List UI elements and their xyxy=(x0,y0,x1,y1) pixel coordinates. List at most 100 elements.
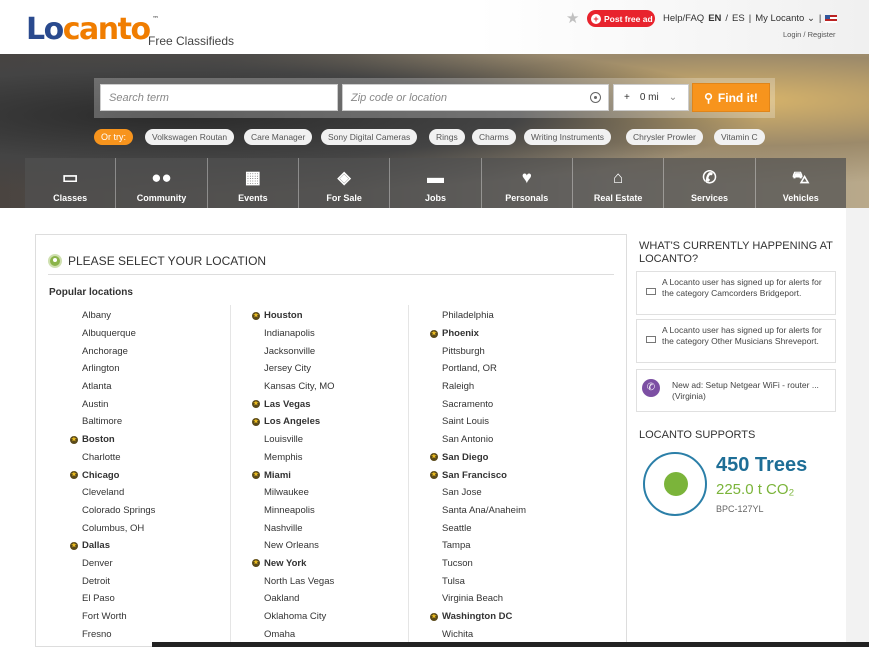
city-link[interactable]: Pittsburgh xyxy=(442,342,526,360)
city-link[interactable]: Denver xyxy=(82,555,155,573)
city-link[interactable]: ★ San Francisco xyxy=(430,466,526,484)
city-link[interactable]: Kansas City, MO xyxy=(264,378,335,396)
star-icon: ★ xyxy=(70,541,78,550)
location-panel: PLEASE SELECT YOUR LOCATION Popular loca… xyxy=(35,234,627,647)
city-link[interactable]: Columbus, OH xyxy=(82,519,155,537)
category-community[interactable]: ●● Community xyxy=(116,158,208,208)
location-header: PLEASE SELECT YOUR LOCATION xyxy=(48,247,614,275)
category-events[interactable]: ▦ Events xyxy=(207,158,299,208)
suggestion-chip[interactable]: Sony Digital Cameras xyxy=(321,129,418,145)
city-link[interactable]: Oakland xyxy=(264,590,335,608)
category-vehicles[interactable]: ⛍ Vehicles xyxy=(755,158,846,208)
city-link[interactable]: ★ New York xyxy=(252,555,335,573)
city-link[interactable]: Albany xyxy=(82,307,155,325)
my-locanto-menu[interactable]: My Locanto ⌄ xyxy=(755,13,815,24)
city-link[interactable]: Seattle xyxy=(442,519,526,537)
category-classes[interactable]: ▭ Classes xyxy=(25,158,117,208)
suggestion-chip[interactable]: Care Manager xyxy=(244,129,313,145)
city-link[interactable]: Anchorage xyxy=(82,342,155,360)
city-link[interactable]: ★ Dallas xyxy=(70,537,155,555)
country-flag-icon[interactable] xyxy=(825,14,838,23)
city-link[interactable]: Cleveland xyxy=(82,484,155,502)
help-link[interactable]: Help/FAQ xyxy=(663,13,704,24)
city-link[interactable]: Santa Ana/Anaheim xyxy=(442,502,526,520)
city-link[interactable]: Jacksonville xyxy=(264,342,335,360)
category-services[interactable]: ✆ Services xyxy=(664,158,756,208)
city-link[interactable]: Atlanta xyxy=(82,378,155,396)
city-link[interactable]: Sacramento xyxy=(442,395,526,413)
city-link[interactable]: ★ Boston xyxy=(70,431,155,449)
locanto-logo[interactable]: Locanto ™ xyxy=(26,12,159,47)
city-link[interactable]: Detroit xyxy=(82,572,155,590)
city-link[interactable]: Austin xyxy=(82,395,155,413)
locate-icon[interactable] xyxy=(590,92,601,103)
city-link[interactable]: Virginia Beach xyxy=(442,590,526,608)
category-jobs[interactable]: ▬ Jobs xyxy=(390,158,482,208)
login-register-link[interactable]: Login / Register xyxy=(783,30,836,39)
city-link[interactable]: ★ Chicago xyxy=(70,466,155,484)
suggestion-chip[interactable]: Vitamin C xyxy=(714,129,765,145)
city-link[interactable]: Oklahoma City xyxy=(264,608,335,626)
city-link[interactable]: Saint Louis xyxy=(442,413,526,431)
location-input[interactable]: Zip code or location xyxy=(342,84,609,111)
radius-select[interactable]: +0 mi ⌄ xyxy=(613,84,689,111)
activity-item[interactable]: A Locanto user has signed up for alerts … xyxy=(636,271,836,315)
city-link[interactable]: Minneapolis xyxy=(264,502,335,520)
search-term-input[interactable]: Search term xyxy=(100,84,338,111)
suggestion-chip[interactable]: Charms xyxy=(472,129,516,145)
city-link[interactable]: ★ Miami xyxy=(252,466,335,484)
lang-en[interactable]: EN xyxy=(708,13,721,24)
post-free-ad-button[interactable]: + Post free ad xyxy=(587,10,655,27)
city-link[interactable]: Baltimore xyxy=(82,413,155,431)
city-link[interactable]: Wichita xyxy=(442,625,526,643)
city-link[interactable]: El Paso xyxy=(82,590,155,608)
city-column-2: ★ Houston Indianapolis Jacksonville Jersey C… xyxy=(252,307,335,643)
city-link[interactable]: Fort Worth xyxy=(82,608,155,626)
city-link[interactable]: Jersey City xyxy=(264,360,335,378)
city-link[interactable]: Portland, OR xyxy=(442,360,526,378)
city-link[interactable]: Tampa xyxy=(442,537,526,555)
city-link[interactable]: San Antonio xyxy=(442,431,526,449)
city-link[interactable]: Memphis xyxy=(264,449,335,467)
suggestion-chip[interactable]: Chrysler Prowler xyxy=(626,129,703,145)
city-link[interactable]: Nashville xyxy=(264,519,335,537)
category-personals[interactable]: ♥ Personals xyxy=(481,158,573,208)
activity-item[interactable]: A Locanto user has signed up for alerts … xyxy=(636,319,836,363)
city-link[interactable]: ★ Los Angeles xyxy=(252,413,335,431)
suggestion-chip[interactable]: Writing Instruments xyxy=(524,129,612,145)
city-link[interactable]: Charlotte xyxy=(82,449,155,467)
lang-es[interactable]: ES xyxy=(732,13,745,24)
suggestion-chip[interactable]: Rings xyxy=(429,129,465,145)
city-link[interactable]: Tulsa xyxy=(442,572,526,590)
category-for-sale[interactable]: ◈ For Sale xyxy=(298,158,391,208)
category-real-estate[interactable]: ⌂ Real Estate xyxy=(572,158,665,208)
city-link[interactable]: Milwaukee xyxy=(264,484,335,502)
city-link[interactable]: Colorado Springs xyxy=(82,502,155,520)
star-icon[interactable]: ★ xyxy=(566,9,579,27)
city-link[interactable]: ★ Houston xyxy=(252,307,335,325)
suggestion-chip[interactable]: Volkswagen Routan xyxy=(145,129,235,145)
city-link[interactable]: Fresno xyxy=(82,625,155,643)
activity-item[interactable]: ✆ New ad: Setup Netgear WiFi - router ...… xyxy=(636,369,836,412)
or-try-label: Or try: xyxy=(94,129,133,145)
city-link[interactable]: San Jose xyxy=(442,484,526,502)
city-link[interactable]: ★ Washington DC xyxy=(430,608,526,626)
city-link[interactable]: Louisville xyxy=(264,431,335,449)
city-link[interactable]: New Orleans xyxy=(264,537,335,555)
city-link[interactable]: ★ Phoenix xyxy=(430,325,526,343)
city-link[interactable]: Albuquerque xyxy=(82,325,155,343)
city-link[interactable]: North Las Vegas xyxy=(264,572,335,590)
city-link[interactable]: Raleigh xyxy=(442,378,526,396)
city-link[interactable]: Philadelphia xyxy=(442,307,526,325)
location-pin-icon xyxy=(48,253,62,268)
city-link[interactable]: Tucson xyxy=(442,555,526,573)
city-link[interactable]: ★ Las Vegas xyxy=(252,395,335,413)
city-link[interactable]: Omaha xyxy=(264,625,335,643)
horizontal-scrollbar[interactable] xyxy=(152,642,869,647)
city-link[interactable]: ★ San Diego xyxy=(430,449,526,467)
tree-icon xyxy=(664,472,688,496)
city-link[interactable]: Arlington xyxy=(82,360,155,378)
city-link[interactable]: Indianapolis xyxy=(264,325,335,343)
find-it-button[interactable]: ⚲ Find it! xyxy=(692,83,770,112)
top-nav: Help/FAQ EN / ES | My Locanto ⌄ | xyxy=(663,13,838,24)
